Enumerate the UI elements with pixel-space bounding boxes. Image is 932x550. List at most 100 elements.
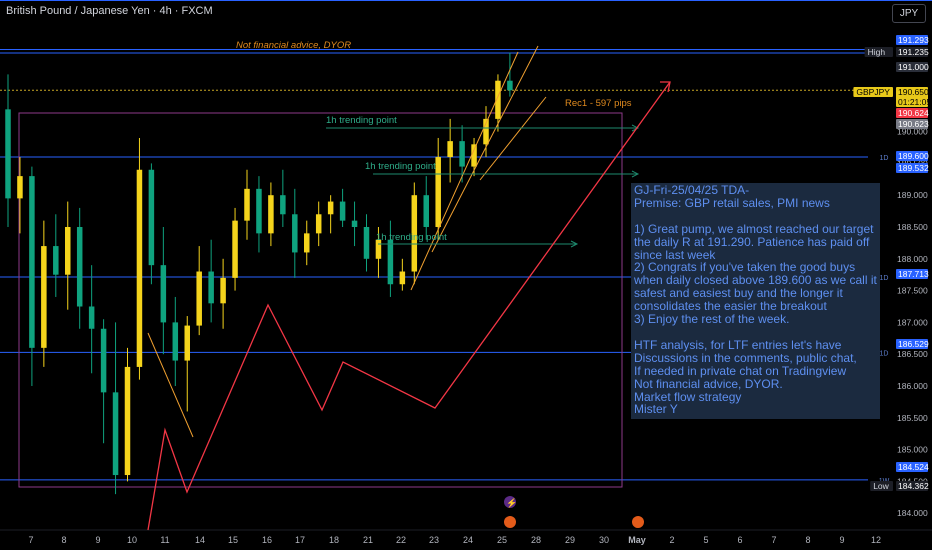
x-tick-label: 21 (363, 535, 373, 545)
candle (172, 296, 179, 386)
candle (327, 195, 334, 234)
x-tick-label: 2 (669, 535, 674, 545)
candle (292, 188, 298, 278)
candle-body (172, 322, 179, 361)
candle-body (124, 366, 131, 476)
candle-body (112, 392, 119, 476)
trend-label: 1h trending point (376, 232, 447, 243)
flag-event-icon (504, 516, 516, 528)
x-tick-label: 28 (531, 535, 541, 545)
candle-body (65, 227, 71, 275)
x-tick-label: 7 (771, 535, 776, 545)
y-tick-label: 187.000 (897, 317, 928, 327)
candle-body (136, 169, 143, 367)
price-label-value: 190.650 (898, 87, 929, 97)
x-tick-label: 9 (95, 535, 100, 545)
price-label: 190.624 (896, 108, 929, 118)
x-tick-label: 24 (463, 535, 473, 545)
candle-body (41, 246, 47, 348)
x-tick-label: 7 (28, 535, 33, 545)
price-label: 189.600 (896, 151, 929, 161)
analysis-note[interactable]: GJ-Fri-25/04/25 TDA- Premise: GBP retail… (631, 183, 880, 419)
candle-body (423, 195, 429, 227)
candle-body (315, 214, 322, 234)
candle-body (268, 195, 274, 234)
candle-body (5, 109, 11, 199)
x-tick-label: 25 (497, 535, 507, 545)
currency-button[interactable]: JPY (892, 4, 926, 23)
x-tick-label: 18 (329, 535, 339, 545)
x-tick-label: 29 (565, 535, 575, 545)
x-tick-label: 9 (839, 535, 844, 545)
candle-body (220, 277, 226, 304)
candle-body (88, 306, 95, 329)
x-tick-label: 17 (295, 535, 305, 545)
x-tick-label: 22 (396, 535, 406, 545)
x-tick-label: 6 (737, 535, 742, 545)
candle (208, 239, 214, 323)
price-label-value: 187.713 (898, 269, 929, 279)
candle (65, 201, 71, 310)
price-label: 191.293 (896, 35, 929, 45)
candle (220, 258, 226, 329)
candle-body (471, 144, 477, 167)
y-tick-label: 188.500 (897, 222, 928, 232)
price-label: 186.529 (896, 339, 929, 349)
candle-body (53, 246, 59, 275)
candle-body (507, 80, 513, 91)
event-icons: ⚡ (504, 496, 644, 528)
price-label-name: GBPJPY (856, 87, 890, 97)
candle-body (29, 176, 35, 348)
candle (363, 214, 370, 272)
price-label: 184.524 (896, 462, 929, 472)
disclaimer-label: Not financial advice, DYOR (236, 40, 351, 51)
candle-body (232, 220, 238, 278)
price-label-value: 189.532 (898, 163, 929, 173)
candle (88, 265, 95, 374)
y-tick-label: 184.000 (897, 508, 928, 518)
projection-path (147, 81, 671, 531)
candle-body (435, 157, 441, 227)
y-tick-label: 189.000 (897, 190, 928, 200)
candle-body (100, 328, 107, 393)
price-label-value: 191.235 (898, 47, 929, 57)
y-tick-label: 188.000 (897, 254, 928, 264)
x-tick-label: May (628, 535, 646, 545)
candle-body (399, 271, 406, 285)
level-tag: 1D (880, 155, 889, 162)
candle (29, 166, 35, 386)
candle (124, 347, 131, 482)
rec1-label: Rec1 - 597 pips (565, 98, 632, 109)
candle (136, 137, 143, 380)
x-tick-label: 12 (871, 535, 881, 545)
price-label-value: 191.000 (898, 62, 929, 72)
price-label-value: 191.293 (898, 35, 929, 45)
price-label-countdown: 01:21:05 (898, 97, 931, 107)
candle (244, 169, 250, 240)
candle (160, 227, 167, 355)
y-tick-label: 185.000 (897, 445, 928, 455)
candle (112, 322, 119, 495)
candle-body (351, 220, 358, 227)
candle (232, 207, 238, 291)
y-tick-label: 185.500 (897, 413, 928, 423)
trend-label: 1h trending point (326, 115, 397, 126)
price-label-value: 184.362 (898, 481, 929, 491)
candle-body (76, 227, 83, 307)
price-label: 187.713 (896, 269, 929, 279)
flag-event-icon (632, 516, 644, 528)
candle-body (256, 188, 262, 234)
x-tick-label: 15 (228, 535, 238, 545)
x-tick-label: 30 (599, 535, 609, 545)
price-label-name: Low (873, 481, 889, 491)
y-tick-label: 187.500 (897, 286, 928, 296)
price-label-value: 186.529 (898, 339, 929, 349)
price-label-value: 184.524 (898, 462, 929, 472)
candle-body (304, 233, 310, 253)
candle (280, 169, 286, 227)
y-tick-label: 186.000 (897, 381, 928, 391)
lightning-glyph: ⚡ (506, 497, 517, 509)
candle-body (280, 195, 286, 215)
x-tick-label: 23 (429, 535, 439, 545)
candle-body (148, 169, 155, 266)
